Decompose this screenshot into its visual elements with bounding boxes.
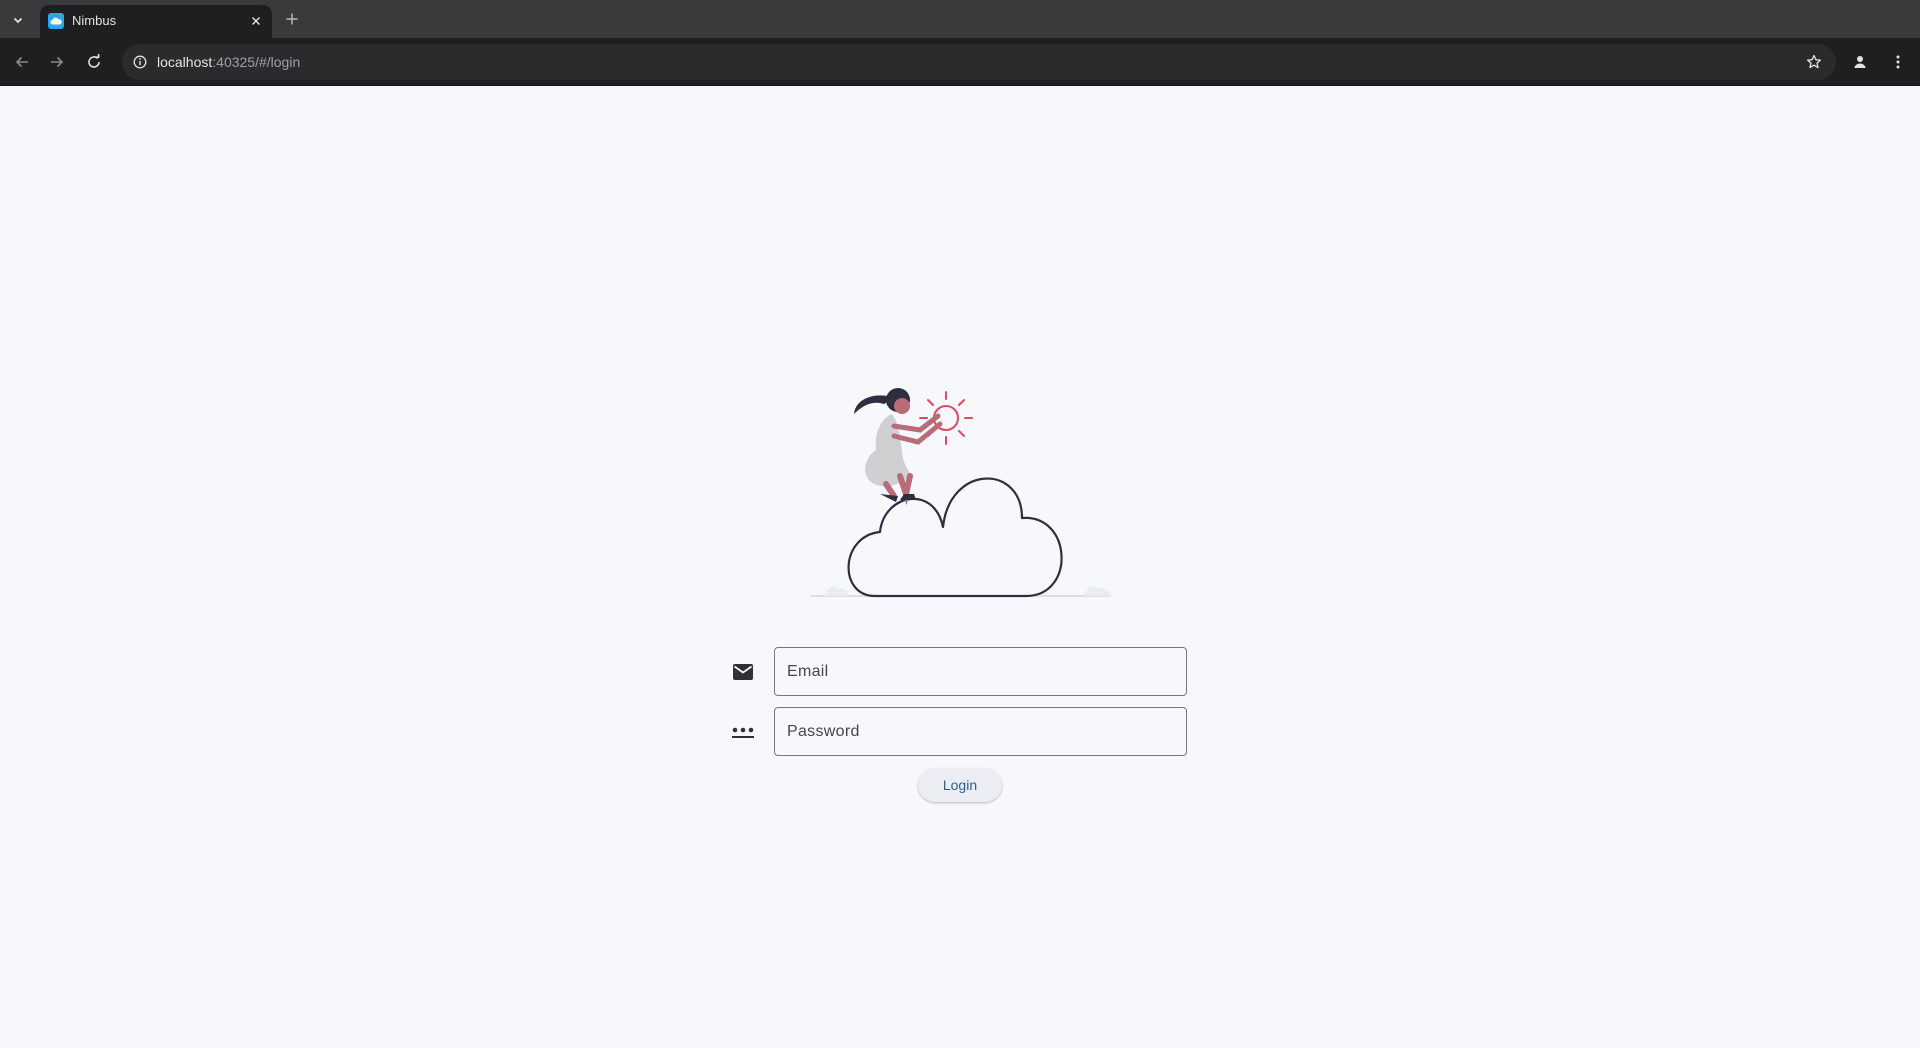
new-tab-button[interactable] — [282, 9, 302, 29]
bookmark-button[interactable] — [1804, 52, 1824, 72]
tab-search-button[interactable] — [6, 8, 30, 32]
star-icon — [1806, 54, 1822, 69]
plus-icon — [286, 13, 298, 25]
browser-tab-strip: Nimbus — [0, 0, 1920, 38]
url-host: localhost — [157, 54, 213, 70]
arrow-right-icon — [51, 56, 64, 68]
password-row — [730, 707, 1190, 757]
forward-button[interactable] — [45, 50, 69, 74]
info-icon — [133, 55, 147, 69]
kebab-menu-icon — [1896, 55, 1900, 69]
password-dots-icon — [730, 720, 756, 744]
close-icon — [252, 17, 260, 25]
profile-button[interactable] — [1848, 50, 1872, 74]
browser-menu-button[interactable] — [1886, 50, 1910, 74]
email-field[interactable] — [774, 647, 1187, 696]
url-path: :40325/#/login — [212, 54, 301, 70]
chevron-down-icon — [13, 17, 23, 24]
reload-button[interactable] — [82, 50, 106, 74]
mail-icon — [730, 660, 756, 684]
browser-toolbar: localhost:40325/#/login — [0, 38, 1920, 86]
tab-close-button[interactable] — [248, 13, 264, 29]
login-button[interactable]: Login — [918, 768, 1002, 802]
woman-on-cloud-with-sun-illustration — [810, 388, 1112, 598]
browser-tab[interactable]: Nimbus — [40, 5, 272, 38]
email-row — [730, 647, 1190, 697]
password-field[interactable] — [774, 707, 1187, 756]
back-button[interactable] — [10, 50, 34, 74]
tab-title: Nimbus — [72, 13, 117, 28]
address-url: localhost:40325/#/login — [157, 54, 300, 70]
cloud-favicon-icon — [48, 13, 64, 29]
address-bar[interactable]: localhost:40325/#/login — [122, 44, 1836, 80]
arrow-left-icon — [15, 56, 28, 68]
reload-icon — [88, 54, 100, 68]
site-info-button[interactable] — [130, 52, 150, 72]
person-icon — [1854, 56, 1866, 68]
